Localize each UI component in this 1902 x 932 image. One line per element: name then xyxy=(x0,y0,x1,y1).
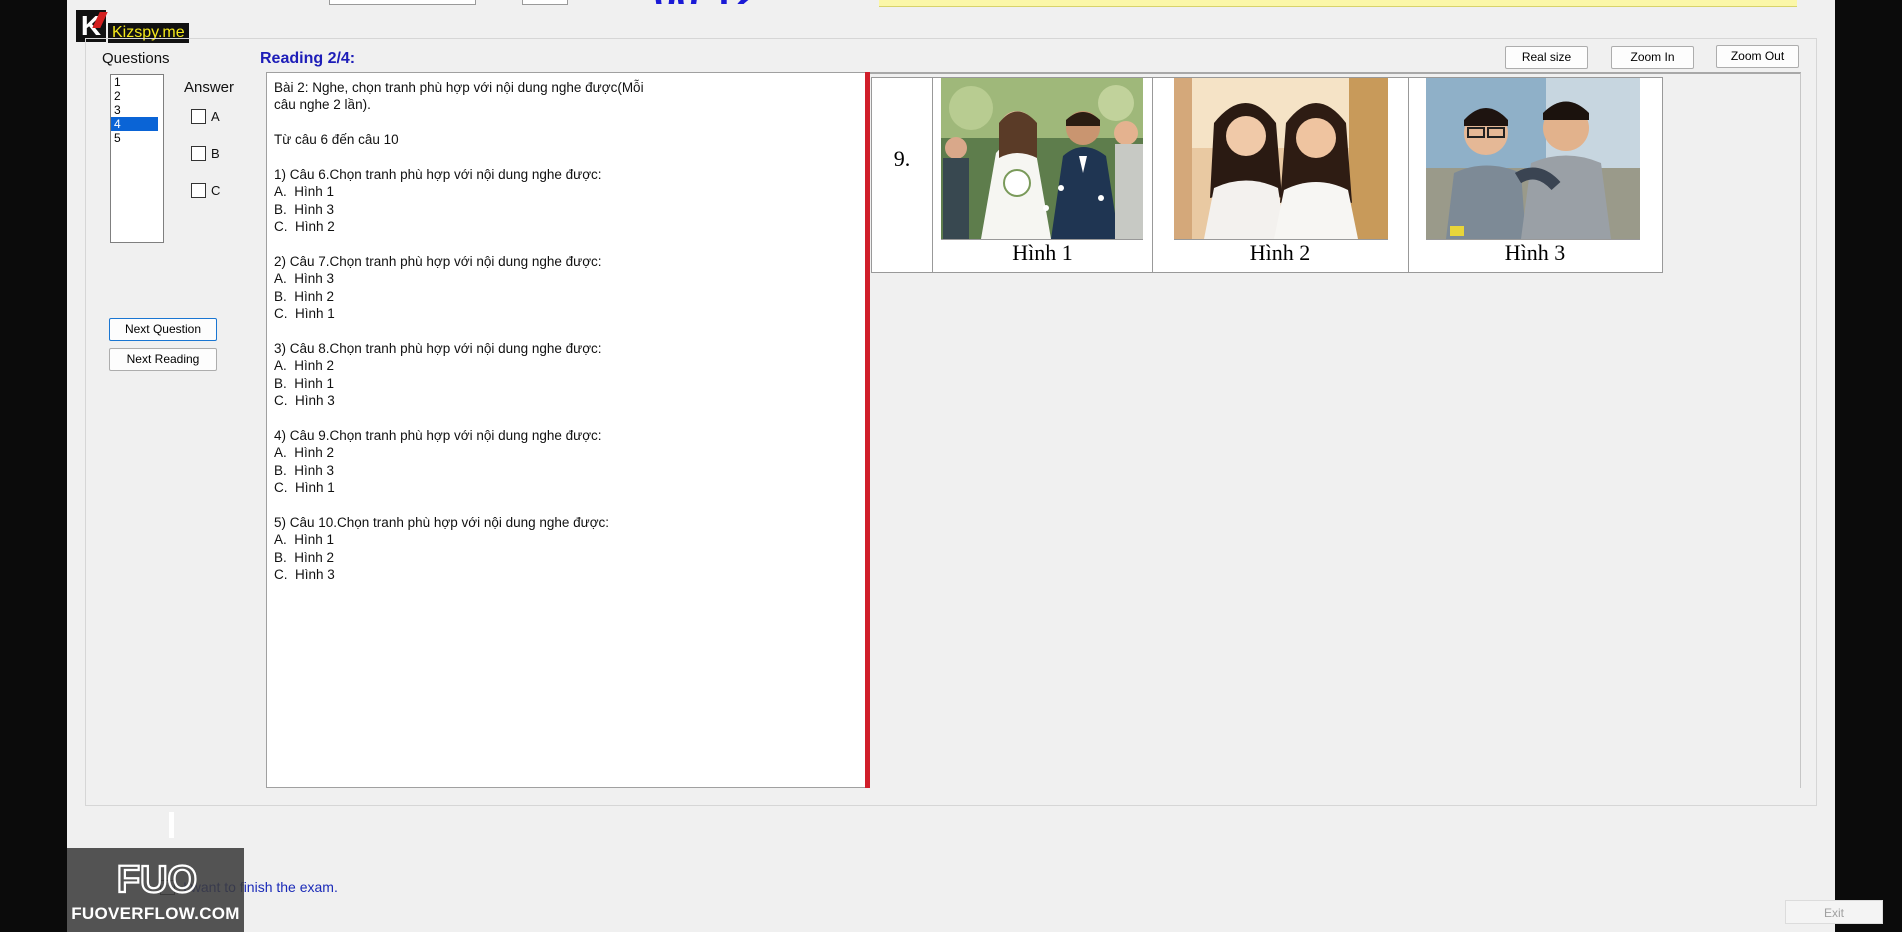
question-number: 9. xyxy=(872,78,933,272)
picture-caption: Hình 1 xyxy=(1012,240,1073,265)
k-logo-icon: K xyxy=(76,10,106,42)
wedding-couple-image xyxy=(941,78,1143,239)
brothers-photo xyxy=(1426,78,1640,240)
picture-cell-2: Hình 2 xyxy=(1152,78,1409,272)
question-list-item[interactable]: 5 xyxy=(111,131,163,145)
question-list[interactable]: 1 2 3 4 5 xyxy=(110,74,164,243)
question-list-item[interactable]: 2 xyxy=(111,89,163,103)
two-men-image xyxy=(1426,78,1640,239)
watermark-text: FUOVERFLOW.COM xyxy=(71,904,240,923)
part-banner xyxy=(879,0,1797,7)
picture-caption: Hình 3 xyxy=(1504,240,1566,265)
fuoverflow-watermark: FUO FUOVERFLOW.COM xyxy=(67,848,244,932)
top-field-2[interactable] xyxy=(522,0,568,5)
top-field-1[interactable] xyxy=(329,0,476,5)
two-girls-image xyxy=(1174,78,1388,239)
friends-photo xyxy=(1174,78,1388,240)
logo-text: Kizspy.me xyxy=(108,23,189,43)
timer-display: 00:12 xyxy=(654,0,864,4)
fuo-logo-icon: FUO xyxy=(117,858,197,900)
wedding-photo xyxy=(941,78,1143,240)
picture-cell-3: Hình 3 xyxy=(1408,78,1662,272)
question-list-item-selected[interactable]: 4 xyxy=(111,117,158,131)
question-list-item[interactable]: 3 xyxy=(111,103,163,117)
question-list-item[interactable]: 1 xyxy=(111,75,163,89)
question-image-table: 9. Hình 1 Hình 2 Hình 3 xyxy=(871,77,1663,273)
picture-cell-1: Hình 1 xyxy=(933,78,1153,272)
picture-caption: Hình 2 xyxy=(1249,240,1311,265)
fuo-logo-text: FUO xyxy=(117,859,197,900)
site-logo: K Kizspy.me xyxy=(76,9,189,43)
